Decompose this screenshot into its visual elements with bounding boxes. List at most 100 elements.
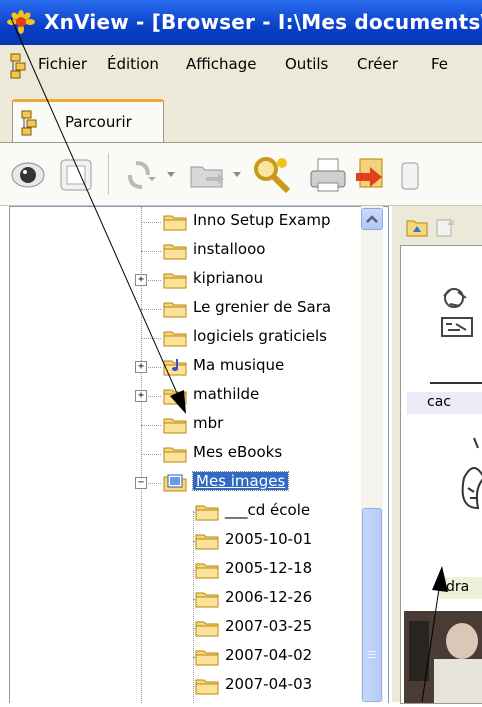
browser-tab-icon: [21, 110, 37, 136]
tab-strip: Parcourir: [0, 87, 482, 146]
toolbar-overflow-icon[interactable]: [400, 161, 420, 191]
folder-icon: [195, 621, 219, 637]
tree-item-label: 2005-10-01: [225, 530, 313, 548]
tree-item[interactable]: Mes eBooks: [10, 441, 380, 467]
tree-item[interactable]: + kiprianou: [10, 267, 380, 293]
folder-icon: [163, 447, 187, 463]
tree-item[interactable]: Le grenier de Sara: [10, 296, 380, 322]
menu-edition[interactable]: Édition: [107, 55, 159, 73]
window-title: XnView - [Browser - I:\Mes documents\: [44, 10, 482, 34]
tree-item[interactable]: 2005-12-18: [10, 557, 380, 583]
printer-icon[interactable]: [308, 157, 348, 193]
folder-icon: [195, 534, 219, 550]
tree-item-label: 2007-03-25: [225, 617, 313, 635]
tree-item[interactable]: + Ma musique: [10, 354, 380, 380]
thumbnail-image: [461, 437, 482, 510]
folder-icon: [163, 418, 187, 434]
tree-item-label: Inno Setup Examp: [193, 211, 331, 229]
tree-item[interactable]: 2007-04-02: [10, 644, 380, 670]
search-icon[interactable]: [250, 153, 294, 195]
tab-parcourir[interactable]: Parcourir: [12, 99, 164, 146]
tree-item[interactable]: 2006-12-26: [10, 586, 380, 612]
tree-item[interactable]: Inno Setup Examp: [10, 209, 380, 235]
pictures-folder-icon: [163, 474, 187, 492]
tree-item-label: mbr: [193, 414, 224, 432]
export-icon[interactable]: [352, 155, 392, 195]
tree-item-label: Mes eBooks: [193, 443, 283, 461]
tree-item-label: Mes images: [191, 471, 290, 491]
thumbnail-image: [404, 611, 482, 703]
folder-icon: [195, 563, 219, 579]
tree-item-label: 2005-12-18: [225, 559, 313, 577]
tree-item[interactable]: 2005-10-01: [10, 528, 380, 554]
thumbnail-caption: dra: [446, 579, 470, 595]
expand-toggle[interactable]: +: [135, 361, 147, 373]
xnview-logo-icon: [7, 10, 35, 34]
new-folder-icon[interactable]: [434, 216, 456, 238]
tree-connector: [141, 454, 161, 455]
menu-creer[interactable]: Créer: [357, 55, 398, 73]
expand-toggle[interactable]: +: [135, 390, 147, 402]
tree-item-label: ___cd école: [225, 501, 311, 519]
tree-item[interactable]: installooo: [10, 238, 380, 264]
tab-label: Parcourir: [65, 113, 132, 131]
menu-affichage[interactable]: Affichage: [186, 55, 256, 73]
folder-icon: [195, 679, 219, 695]
title-bar[interactable]: XnView - [Browser - I:\Mes documents\: [0, 0, 482, 45]
thumbnail-photo[interactable]: [404, 611, 482, 703]
tree-item[interactable]: 2007-03-25: [10, 615, 380, 641]
folder-icon: [195, 592, 219, 608]
tree-item-label: logiciels graticiels: [193, 327, 327, 345]
tree-item[interactable]: logiciels graticiels: [10, 325, 380, 351]
tree-item-label: 2007-04-02: [225, 646, 313, 664]
folder-icon: [163, 244, 187, 260]
tree-item[interactable]: 2007-04-03: [10, 673, 380, 699]
menu-fichier[interactable]: Fichier: [38, 55, 87, 73]
expand-toggle[interactable]: +: [135, 274, 147, 286]
move-folder-icon[interactable]: [188, 157, 228, 193]
tree-connector: [141, 425, 161, 426]
tree-connector: [141, 251, 161, 252]
tree-item[interactable]: mbr: [10, 412, 380, 438]
tree-connector: [141, 222, 161, 223]
thumbnail[interactable]: [404, 262, 482, 384]
tree-connector: [141, 338, 161, 339]
tree-item[interactable]: ___cd école: [10, 499, 380, 525]
tree-item[interactable]: + mathilde: [10, 383, 380, 409]
scroll-thumb[interactable]: [362, 508, 382, 702]
thumbnail-caption: cac: [427, 394, 451, 410]
music-folder-icon: [163, 359, 187, 376]
folder-icon: [163, 331, 187, 347]
tree-item-label: mathilde: [193, 385, 260, 403]
chevron-up-icon: [366, 215, 378, 223]
app-menu-icon[interactable]: [10, 53, 34, 79]
collapse-toggle[interactable]: −: [135, 477, 147, 489]
toolbar-separator: [108, 153, 109, 195]
dropdown-arrow-icon[interactable]: [232, 171, 242, 179]
up-folder-icon[interactable]: [406, 216, 428, 238]
menu-bar: Fichier Édition Affichage Outils Créer F…: [0, 45, 482, 88]
thumbnail-image: [441, 288, 473, 337]
scroll-up-button[interactable]: [361, 208, 383, 230]
tree-item-selected[interactable]: − Mes images: [10, 470, 380, 496]
thumbnail[interactable]: [404, 424, 482, 564]
thumbnail-view[interactable]: cac dra: [400, 245, 482, 704]
tree-item-label: 2006-12-26: [225, 588, 313, 606]
tree-item-label: 2007-04-03: [225, 675, 313, 693]
refresh-icon[interactable]: [122, 157, 162, 193]
tree-item-label: Le grenier de Sara: [193, 298, 332, 316]
tree-item-label: installooo: [193, 240, 266, 258]
folder-icon: [163, 215, 187, 231]
tree-connector: [141, 309, 161, 310]
folder-tree[interactable]: Inno Setup Examp installooo + kiprianou …: [9, 206, 389, 703]
menu-fenetre[interactable]: Fe: [431, 55, 448, 73]
tree-item-label: kiprianou: [193, 269, 264, 287]
folder-icon: [195, 650, 219, 666]
fullscreen-icon[interactable]: [58, 157, 94, 193]
scroll-thumb-grip: [368, 651, 376, 652]
dropdown-arrow-icon[interactable]: [166, 171, 176, 179]
view-eye-icon[interactable]: [10, 157, 46, 193]
thumbnail-caption-bar: dra: [439, 577, 482, 599]
menu-outils[interactable]: Outils: [285, 55, 328, 73]
thumbnail-shadow: [430, 382, 482, 384]
